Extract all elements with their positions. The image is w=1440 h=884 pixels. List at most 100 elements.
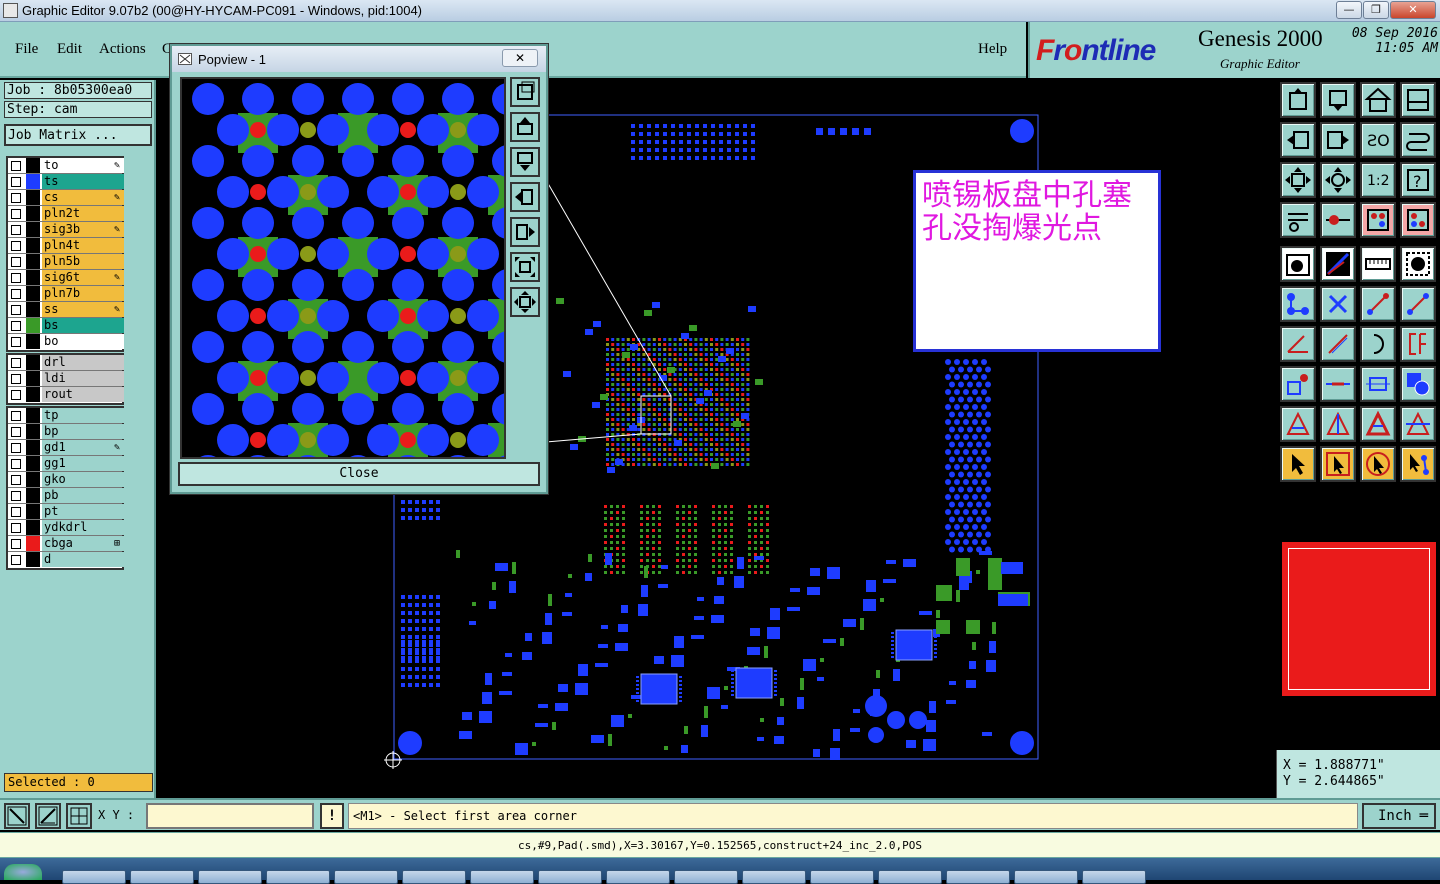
dimension-icon[interactable] (1360, 366, 1396, 402)
layer-color-swatch[interactable] (26, 318, 40, 333)
layer-color-swatch[interactable] (26, 371, 40, 386)
popview-tool-zoom-out[interactable] (510, 287, 540, 317)
layer-row-d[interactable]: d (8, 552, 124, 568)
snap-angle-icon[interactable] (35, 803, 61, 829)
layer-color-swatch[interactable] (26, 456, 40, 471)
layer-color-swatch[interactable] (26, 190, 40, 205)
text-a-icon-1[interactable] (1280, 406, 1316, 442)
layer-name[interactable]: pt (42, 504, 124, 519)
popview-tool-pan[interactable] (510, 77, 540, 107)
text-a-icon-4[interactable] (1400, 406, 1436, 442)
pan-left-icon[interactable] (1280, 122, 1316, 158)
layer-checkbox[interactable] (11, 491, 21, 501)
layer-checkbox[interactable] (11, 539, 21, 549)
board-overview[interactable] (1276, 488, 1440, 750)
layer-row-pb[interactable]: pb (8, 488, 124, 504)
text-a-icon-2[interactable] (1320, 406, 1356, 442)
layer-checkbox[interactable] (11, 273, 21, 283)
layer-name[interactable]: to (42, 158, 124, 173)
layer-name[interactable]: cs (42, 190, 124, 205)
layer-checkbox[interactable] (11, 523, 21, 533)
popview-tool-left[interactable] (510, 182, 540, 212)
taskbar-item[interactable] (62, 870, 126, 884)
popview-tool-right[interactable] (510, 217, 540, 247)
layer-color-swatch[interactable] (26, 206, 40, 221)
ruler-icon[interactable] (1360, 246, 1396, 282)
layer-checkbox[interactable] (11, 257, 21, 267)
layer-row-pln4t[interactable]: pln4t (8, 238, 124, 254)
text-a-icon-3[interactable] (1360, 406, 1396, 442)
taskbar-item[interactable] (878, 870, 942, 884)
select-net-icon[interactable] (1400, 446, 1436, 482)
zoom-home-icon[interactable] (1280, 82, 1316, 118)
popview-tool-down[interactable] (510, 147, 540, 177)
layer-color-swatch[interactable] (26, 472, 40, 487)
layer-name[interactable]: gg1 (42, 456, 124, 471)
net-icon[interactable] (1280, 286, 1316, 322)
layer-checkbox[interactable] (11, 374, 21, 384)
layer-row-rout[interactable]: rout (8, 387, 124, 403)
arc-icon[interactable] (1360, 326, 1396, 362)
snap-icon[interactable] (4, 803, 30, 829)
select-circle-icon[interactable] (1360, 446, 1396, 482)
layer-name[interactable]: sig3b (42, 222, 124, 237)
snap-pad-icon[interactable] (1320, 202, 1356, 238)
pad-add-icon[interactable] (1280, 366, 1316, 402)
grid-icon[interactable] (66, 803, 92, 829)
layer-color-swatch[interactable] (26, 302, 40, 317)
layer-name[interactable]: pln5b (42, 254, 124, 269)
layer-name[interactable]: pln4t (42, 238, 124, 253)
layer-row-pln5b[interactable]: pln5b (8, 254, 124, 270)
layer-checkbox[interactable] (11, 475, 21, 485)
taskbar-item[interactable] (742, 870, 806, 884)
layer-row-tp[interactable]: tp (8, 408, 124, 424)
layer-compare-icon[interactable] (1360, 202, 1396, 238)
shapes-icon[interactable] (1400, 366, 1436, 402)
layer-name[interactable]: bo (42, 334, 124, 349)
layer-row-gd1[interactable]: gd1 ✎ (8, 440, 124, 456)
layer-color-swatch[interactable] (26, 286, 40, 301)
menu-file[interactable]: File (15, 41, 38, 58)
minimize-button[interactable]: — (1336, 1, 1362, 19)
layer-row-gko[interactable]: gko (8, 472, 124, 488)
layer-row-gg1[interactable]: gg1 (8, 456, 124, 472)
layer-checkbox[interactable] (11, 193, 21, 203)
layer-checkbox[interactable] (11, 161, 21, 171)
line-edit-icon[interactable] (1400, 286, 1436, 322)
feature-select-icon[interactable] (1280, 246, 1316, 282)
layer-color-swatch[interactable] (26, 158, 40, 173)
layer-row-to[interactable]: to ✎ (8, 158, 124, 174)
layer-checkbox[interactable] (11, 177, 21, 187)
layer-color-swatch[interactable] (26, 334, 40, 349)
pad-icon[interactable] (1400, 246, 1436, 282)
maximize-button[interactable]: ❐ (1363, 1, 1389, 19)
layer-checkbox[interactable] (11, 443, 21, 453)
layer-checkbox[interactable] (11, 358, 21, 368)
start-orb-icon[interactable] (4, 864, 42, 880)
warning-button[interactable]: ! (320, 803, 344, 829)
menu-edit[interactable]: Edit (57, 41, 82, 58)
layer-name[interactable]: pln2t (42, 206, 124, 221)
select-box-icon[interactable] (1320, 446, 1356, 482)
overview-board-area[interactable] (1280, 540, 1438, 698)
popview-tool-zoom-in[interactable] (510, 252, 540, 282)
menu-actions[interactable]: Actions (99, 41, 146, 58)
taskbar-item[interactable] (334, 870, 398, 884)
layer-color-swatch[interactable] (26, 408, 40, 423)
layer-name[interactable]: pb (42, 488, 124, 503)
bracket-icon[interactable] (1400, 326, 1436, 362)
taskbar-item[interactable] (538, 870, 602, 884)
layer-row-pln2t[interactable]: pln2t (8, 206, 124, 222)
layer-checkbox[interactable] (11, 321, 21, 331)
zoom-down-icon[interactable] (1320, 82, 1356, 118)
layer-row-drl[interactable]: drl (8, 355, 124, 371)
taskbar-item[interactable] (1082, 870, 1146, 884)
layer-row-cbga[interactable]: cbga ⊞ (8, 536, 124, 552)
layer-row-cs[interactable]: cs ✎ (8, 190, 124, 206)
taskbar-item[interactable] (266, 870, 330, 884)
layer-checkbox[interactable] (11, 390, 21, 400)
units-selector[interactable]: Inch ═ (1362, 803, 1436, 829)
layer-color-swatch[interactable] (26, 504, 40, 519)
layer-color-swatch[interactable] (26, 440, 40, 455)
layer-checkbox[interactable] (11, 555, 21, 565)
